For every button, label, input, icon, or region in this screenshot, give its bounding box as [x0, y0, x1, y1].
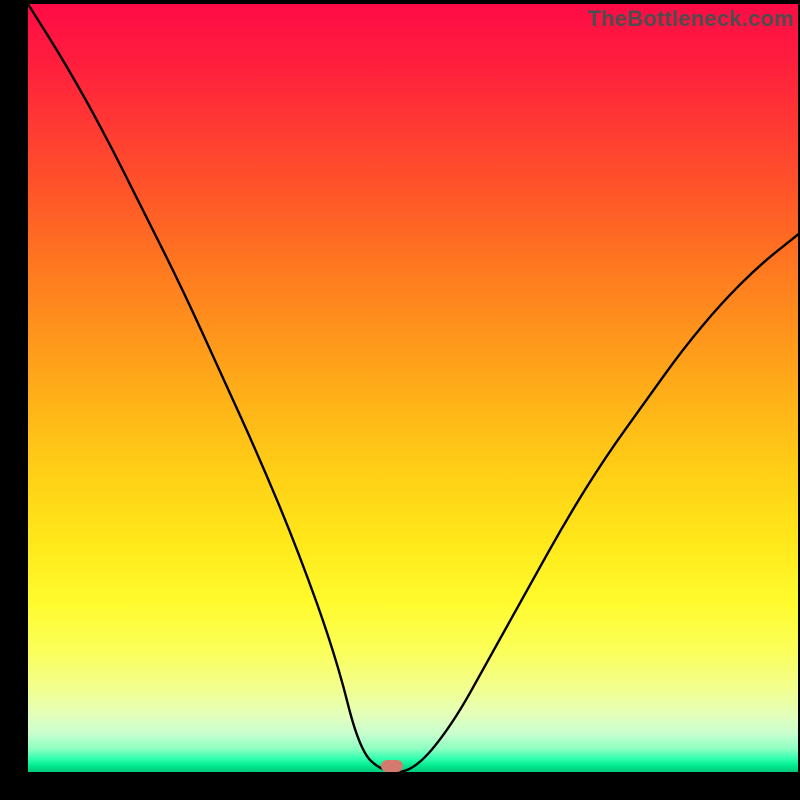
optimal-marker-icon — [381, 760, 403, 772]
chart-frame: TheBottleneck.com — [0, 0, 800, 800]
bottleneck-curve — [0, 0, 800, 800]
watermark-text: TheBottleneck.com — [588, 6, 794, 32]
